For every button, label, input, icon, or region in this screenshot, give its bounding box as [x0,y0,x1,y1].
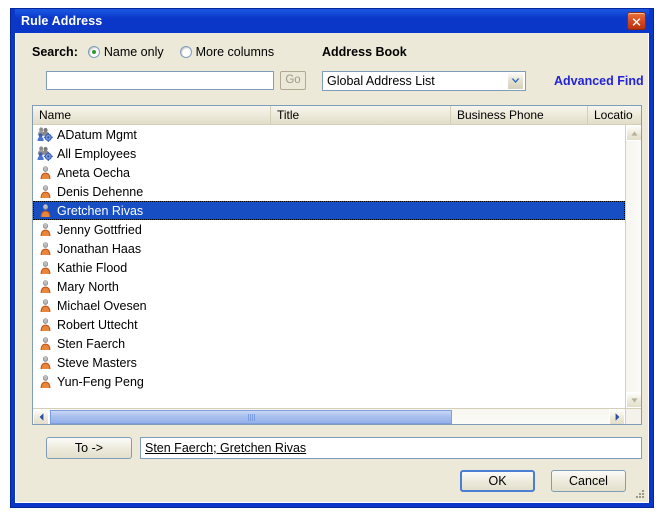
search-label: Search: [32,45,78,59]
column-header-business-phone[interactable]: Business Phone [451,106,588,124]
list-rows-viewport: ADatum Mgmt All Employees Aneta Oecha Denis… [33,125,625,408]
to-button[interactable]: To -> [46,437,132,459]
address-book-selected-value: Global Address List [327,74,435,88]
person-icon [37,184,53,200]
vertical-scrollbar[interactable] [625,125,641,408]
horizontal-scrollbar[interactable] [33,408,625,424]
list-item-name: Jonathan Haas [57,241,142,256]
person-icon [37,279,53,295]
title-bar[interactable]: Rule Address [15,9,649,33]
recipients-field[interactable]: Sten Faerch; Gretchen Rivas [140,437,642,459]
column-header-title[interactable]: Title [271,106,451,124]
list-item[interactable]: Sten Faerch [33,334,625,353]
list-item-name: Michael Ovesen [57,298,147,313]
radio-more-columns-button[interactable] [179,46,192,58]
advanced-find-link[interactable]: Advanced Find [554,74,644,88]
radio-more-columns[interactable]: More columns [179,45,275,59]
person-icon [37,298,53,314]
radio-name-only-button[interactable] [87,46,100,58]
list-item-name: All Employees [57,146,137,161]
address-book-select[interactable]: Global Address List [322,71,526,91]
rule-address-dialog: Rule Address Search: Name only More colu… [10,8,654,508]
list-item[interactable]: Jonathan Haas [33,239,625,258]
dialog-client-area: Search: Name only More columns Address B… [15,33,649,503]
radio-name-only-label: Name only [103,45,164,59]
list-item[interactable]: Gretchen Rivas [33,201,625,220]
list-column-headers: Name Title Business Phone Locatio [33,106,641,125]
group-icon [37,127,53,143]
radio-name-only[interactable]: Name only [87,45,164,59]
chevron-up-icon [630,130,638,136]
chevron-left-icon [39,413,43,421]
scroll-left-button[interactable] [33,409,49,424]
resize-grip[interactable] [634,488,646,500]
list-item-name: Mary North [57,279,119,294]
list-item[interactable]: All Employees [33,144,625,163]
person-icon [37,165,53,181]
cancel-button[interactable]: Cancel [551,470,626,492]
person-icon [37,203,53,219]
list-item-name: Robert Uttecht [57,317,138,332]
horizontal-scrollbar-thumb[interactable] [50,410,452,424]
list-item-name: Steve Masters [57,355,137,370]
list-item[interactable]: Aneta Oecha [33,163,625,182]
radio-more-columns-label: More columns [195,45,275,59]
scrollbar-grip-icon [247,413,255,421]
list-item-name: ADatum Mgmt [57,127,137,142]
list-item[interactable]: Jenny Gottfried [33,220,625,239]
scroll-up-button[interactable] [626,125,641,141]
list-item-name: Gretchen Rivas [57,203,144,218]
column-header-name[interactable]: Name [33,106,271,124]
ok-button[interactable]: OK [460,470,535,492]
list-item[interactable]: Yun-Feng Peng [33,372,625,391]
group-icon [37,146,53,162]
scroll-down-button[interactable] [626,392,641,408]
person-icon [37,241,53,257]
recipients-value: Sten Faerch; Gretchen Rivas [145,441,307,455]
close-icon [632,17,641,26]
person-icon [37,222,53,238]
close-button[interactable] [627,12,646,30]
address-book-label: Address Book [322,45,407,59]
list-item[interactable]: Steve Masters [33,353,625,372]
chevron-right-icon [615,413,619,421]
list-item-name: Aneta Oecha [57,165,130,180]
list-item-name: Denis Dehenne [57,184,144,199]
scrollbar-corner [625,408,641,424]
person-icon [37,317,53,333]
list-item-name: Yun-Feng Peng [57,374,144,389]
chevron-down-icon [630,397,638,403]
person-icon [37,355,53,371]
address-list: Name Title Business Phone Locatio ADatum Mg… [32,105,642,425]
search-row: Search: Name only More columns [32,45,274,59]
go-button[interactable]: Go [280,71,306,90]
chevron-down-icon[interactable] [507,72,524,90]
list-item[interactable]: Robert Uttecht [33,315,625,334]
column-header-locatio[interactable]: Locatio [588,106,641,124]
window-title: Rule Address [21,14,103,28]
list-item-name: Jenny Gottfried [57,222,142,237]
scroll-right-button[interactable] [609,409,625,424]
list-item-name: Kathie Flood [57,260,128,275]
person-icon [37,260,53,276]
person-icon [37,336,53,352]
person-icon [37,374,53,390]
list-item[interactable]: ADatum Mgmt [33,125,625,144]
search-input[interactable] [46,71,274,90]
list-item[interactable]: Denis Dehenne [33,182,625,201]
list-item[interactable]: Michael Ovesen [33,296,625,315]
list-item[interactable]: Kathie Flood [33,258,625,277]
list-item-name: Sten Faerch [57,336,126,351]
list-item[interactable]: Mary North [33,277,625,296]
